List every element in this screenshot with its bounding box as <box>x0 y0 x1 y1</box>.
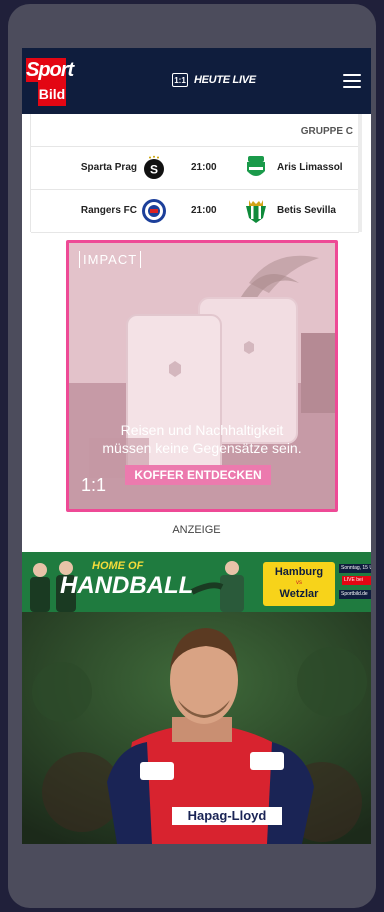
betis-sevilla-crest-icon <box>246 200 266 223</box>
svg-text:S: S <box>150 163 158 177</box>
live-label: LIVE bei <box>342 576 371 585</box>
table-scrollbar[interactable] <box>358 114 362 232</box>
svg-text:Hapag-Lloyd: Hapag-Lloyd <box>188 808 267 823</box>
banner-title: HANDBALL <box>60 572 194 599</box>
sparta-prag-crest-icon: S <box>144 155 164 179</box>
site-header: Sport Bild 1:1 HEUTE LIVE <box>22 48 371 114</box>
handball-player-photo[interactable]: Hapag-Lloyd <box>22 612 371 844</box>
sport-bild-logo[interactable]: Sport Bild <box>26 58 74 110</box>
hamburger-menu-icon[interactable] <box>343 74 361 88</box>
logo-text-top: Sport <box>26 58 74 82</box>
impact-brand-logo: IMPACT <box>79 251 142 268</box>
kickoff-time: 21:00 <box>191 205 217 216</box>
scoreboard-icon: 1:1 <box>172 73 188 87</box>
ad-ratio-mark: 1:1 <box>81 475 107 495</box>
team-b: Wetzlar <box>279 588 319 600</box>
aris-limassol-crest-icon <box>247 156 265 176</box>
ad-headline-line-2: müssen keine Gegensätze sein. <box>102 440 302 456</box>
home-team: Rangers FC <box>80 205 137 216</box>
heute-live-link[interactable]: 1:1 HEUTE LIVE <box>172 70 256 90</box>
handball-promo-banner[interactable]: HOME OF HANDBALL Hamburg vs Wetzlar Sonn… <box>22 552 371 612</box>
versus-label: vs <box>296 580 302 586</box>
matchup-card: Hamburg vs Wetzlar <box>263 562 335 606</box>
broadcast-site: Sportbild.de <box>339 590 371 599</box>
ad-headline: Reisen und Nachhaltigkeit müssen keine G… <box>69 421 335 457</box>
home-team: Sparta Prag <box>80 162 137 173</box>
match-row[interactable]: Rangers FC 21:00 Betis Sevilla <box>31 190 359 233</box>
heute-live-label: HEUTE LIVE <box>194 74 256 86</box>
banner-subtitle: HOME OF <box>92 560 144 572</box>
away-team: Betis Sevilla <box>277 205 336 216</box>
rangers-fc-crest-icon <box>142 199 166 223</box>
match-row[interactable]: Sparta Prag S 21:00 Aris Limassol <box>31 147 359 190</box>
device-frame: Sport Bild 1:1 HEUTE LIVE GRUPPE C Spart… <box>8 4 376 908</box>
logo-text-bottom: Bild <box>38 82 66 106</box>
koffer-entdecken-button[interactable]: KOFFER ENTDECKEN <box>125 465 271 485</box>
match-table: GRUPPE C Sparta Prag S 21:00 Aris Limass… <box>30 114 360 233</box>
advertisement-banner[interactable]: IMPACT Reisen und Nachhaltigkeit müssen … <box>66 240 338 512</box>
team-a: Hamburg <box>274 566 324 578</box>
broadcast-date: Sonntag, 15 Uhr <box>339 564 371 573</box>
kickoff-time: 21:00 <box>191 162 217 173</box>
browser-viewport[interactable]: Sport Bild 1:1 HEUTE LIVE GRUPPE C Spart… <box>22 48 371 844</box>
advertisement-label: ANZEIGE <box>172 524 221 536</box>
away-team: Aris Limassol <box>277 162 343 173</box>
ad-headline-line-1: Reisen und Nachhaltigkeit <box>120 422 284 438</box>
player-photo-image: Hapag-Lloyd <box>22 612 371 844</box>
group-label: GRUPPE C <box>31 114 359 147</box>
